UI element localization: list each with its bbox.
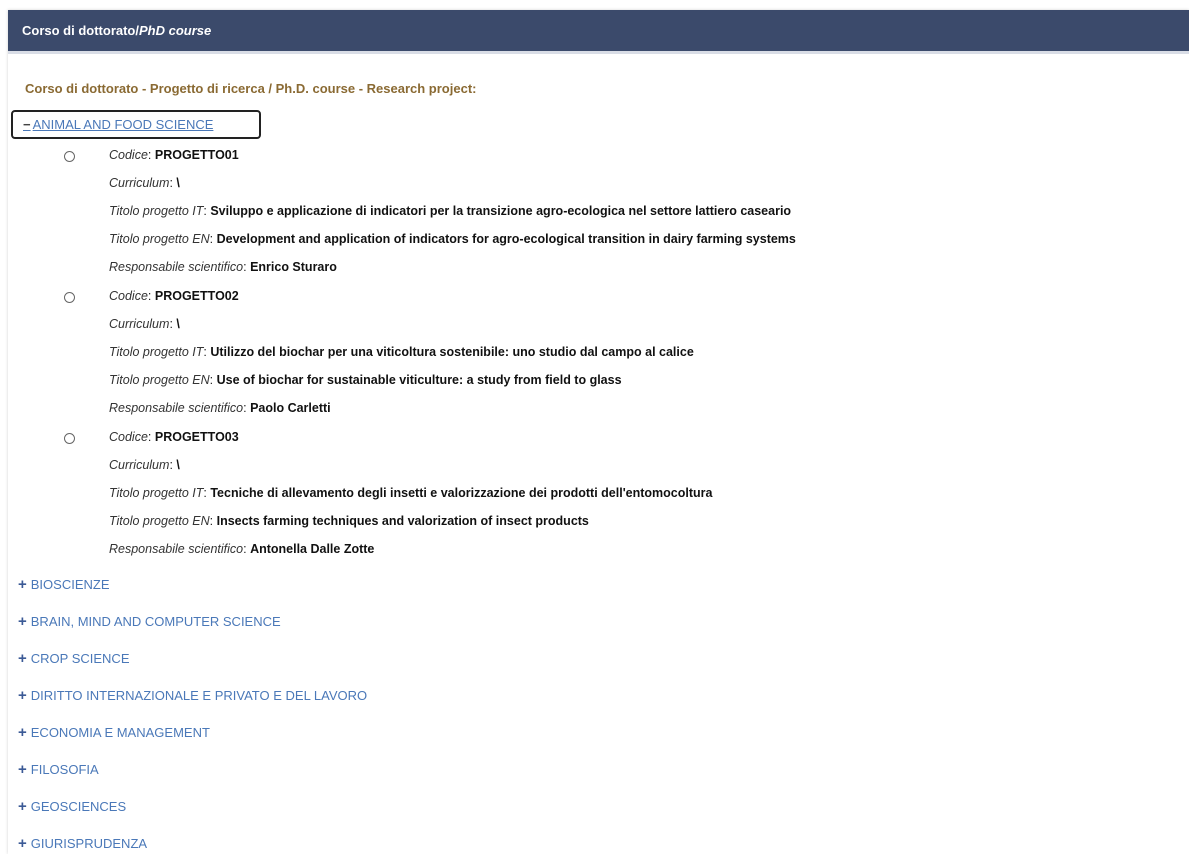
field-label: Curriculum xyxy=(109,176,170,190)
category-geosciences[interactable]: + GEOSCIENCES xyxy=(18,799,126,814)
category-giurisprudenza[interactable]: + GIURISPRUDENZA xyxy=(18,836,147,851)
project-field-title-en: Titolo progetto EN: Development and appl… xyxy=(109,232,796,246)
category-diritto-internazionale-e-privato-e-del-lavoro[interactable]: + DIRITTO INTERNAZIONALE E PRIVATO E DEL … xyxy=(18,688,367,703)
project-field-title-it: Titolo progetto IT: Tecniche di allevame… xyxy=(109,486,713,500)
project-field-curriculum: Curriculum: \ xyxy=(109,317,180,331)
field-value: \ xyxy=(176,317,180,331)
field-label: Curriculum xyxy=(109,317,170,331)
field-label: Codice xyxy=(109,289,148,303)
field-value: Enrico Sturaro xyxy=(250,260,337,274)
project-field-title-it: Titolo progetto IT: Sviluppo e applicazi… xyxy=(109,204,792,218)
project-item: Codice: PROGETTO01 Curriculum: \ Titolo pr… xyxy=(8,148,1189,291)
plus-icon: + xyxy=(18,613,27,630)
category-label: BRAIN, MIND AND COMPUTER SCIENCE xyxy=(30,614,281,629)
section-label: Corso di dottorato - Progetto di ricerca… xyxy=(25,81,477,96)
category-economia-e-management[interactable]: + ECONOMIA E MANAGEMENT xyxy=(18,725,210,740)
field-label: Titolo progetto IT xyxy=(109,345,204,359)
field-value: Insects farming techniques and valorizat… xyxy=(216,514,589,528)
plus-icon: + xyxy=(18,576,27,593)
field-value: Development and application of indicator… xyxy=(216,232,796,246)
field-label: Codice xyxy=(109,148,148,162)
project-field-title-en: Titolo progetto EN: Insects farming tech… xyxy=(109,514,589,528)
project-field-title-it: Titolo progetto IT: Utilizzo del biochar… xyxy=(109,345,694,359)
category-filosofia[interactable]: + FILOSOFIA xyxy=(18,762,99,777)
category-label: CROP SCIENCE xyxy=(30,651,130,666)
category-label: ANIMAL AND FOOD SCIENCE xyxy=(32,117,214,132)
plus-icon: + xyxy=(18,761,27,778)
field-value: Tecniche di allevamento degli insetti e … xyxy=(210,486,713,500)
plus-icon: + xyxy=(18,724,27,741)
category-label: DIRITTO INTERNAZIONALE E PRIVATO E DEL L… xyxy=(30,688,368,703)
field-value: \ xyxy=(176,176,180,190)
field-value: \ xyxy=(176,458,180,472)
category-label: ECONOMIA E MANAGEMENT xyxy=(30,725,210,740)
category-label: FILOSOFIA xyxy=(30,762,99,777)
project-field-title-en: Titolo progetto EN: Use of biochar for s… xyxy=(109,373,622,387)
category-label: BIOSCIENZE xyxy=(30,577,110,592)
project-radio[interactable] xyxy=(64,292,75,303)
field-value: PROGETTO02 xyxy=(154,289,239,303)
project-field-code: Codice: PROGETTO02 xyxy=(109,289,239,303)
category-label: GIURISPRUDENZA xyxy=(30,836,148,851)
category-label: GEOSCIENCES xyxy=(30,799,127,814)
project-field-responsible: Responsabile scientifico: Enrico Sturaro xyxy=(109,260,337,274)
panel-title-italic: PhD course xyxy=(139,23,212,38)
project-radio[interactable] xyxy=(64,433,75,444)
field-label: Codice xyxy=(109,430,148,444)
category-bioscienze[interactable]: + BIOSCIENZE xyxy=(18,577,110,592)
project-field-responsible: Responsabile scientifico: Paolo Carletti xyxy=(109,401,331,415)
field-value: Sviluppo e applicazione di indicatori pe… xyxy=(210,204,792,218)
field-label: Responsabile scientifico xyxy=(109,542,244,556)
category-animal-and-food-science[interactable]: − ANIMAL AND FOOD SCIENCE xyxy=(11,110,261,139)
panel-title: Corso di dottorato/ xyxy=(22,23,139,38)
project-list: Codice: PROGETTO01 Curriculum: \ Titolo pr… xyxy=(8,148,1189,573)
field-label: Responsabile scientifico xyxy=(109,401,244,415)
phd-course-panel: Corso di dottorato/PhD course Corso di d… xyxy=(8,10,1189,854)
plus-icon: + xyxy=(18,687,27,704)
project-field-curriculum: Curriculum: \ xyxy=(109,176,180,190)
minus-icon: − xyxy=(23,117,31,132)
field-label: Responsabile scientifico xyxy=(109,260,244,274)
field-value: Antonella Dalle Zotte xyxy=(250,542,375,556)
category-brain-mind-and-computer-science[interactable]: + BRAIN, MIND AND COMPUTER SCIENCE xyxy=(18,614,281,629)
project-field-code: Codice: PROGETTO03 xyxy=(109,430,239,444)
field-value: Use of biochar for sustainable viticultu… xyxy=(216,373,622,387)
field-value: Utilizzo del biochar per una viticoltura… xyxy=(210,345,694,359)
panel-header: Corso di dottorato/PhD course xyxy=(8,10,1189,54)
field-label: Titolo progetto EN xyxy=(109,373,210,387)
field-label: Titolo progetto IT xyxy=(109,486,204,500)
field-label: Titolo progetto EN xyxy=(109,232,210,246)
category-crop-science[interactable]: + CROP SCIENCE xyxy=(18,651,130,666)
project-radio[interactable] xyxy=(64,151,75,162)
plus-icon: + xyxy=(18,835,27,852)
field-label: Curriculum xyxy=(109,458,170,472)
field-value: PROGETTO01 xyxy=(154,148,239,162)
field-label: Titolo progetto IT xyxy=(109,204,204,218)
field-value: PROGETTO03 xyxy=(154,430,239,444)
field-label: Titolo progetto EN xyxy=(109,514,210,528)
field-value: Paolo Carletti xyxy=(250,401,331,415)
project-field-responsible: Responsabile scientifico: Antonella Dall… xyxy=(109,542,375,556)
project-field-code: Codice: PROGETTO01 xyxy=(109,148,239,162)
project-item: Codice: PROGETTO03 Curriculum: \ Titolo pr… xyxy=(8,430,1189,573)
plus-icon: + xyxy=(18,798,27,815)
project-item: Codice: PROGETTO02 Curriculum: \ Titolo pr… xyxy=(8,289,1189,432)
plus-icon: + xyxy=(18,650,27,667)
project-field-curriculum: Curriculum: \ xyxy=(109,458,180,472)
